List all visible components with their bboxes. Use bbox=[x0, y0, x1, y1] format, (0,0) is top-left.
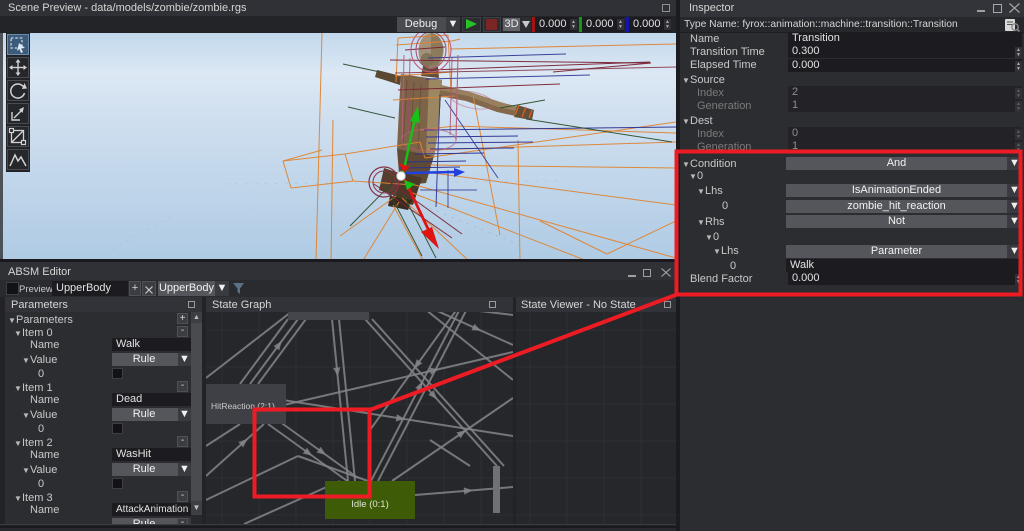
svg-text:HitReaction (2:1): HitReaction (2:1) bbox=[211, 401, 275, 411]
svg-text:Idle (0:1): Idle (0:1) bbox=[351, 499, 389, 510]
